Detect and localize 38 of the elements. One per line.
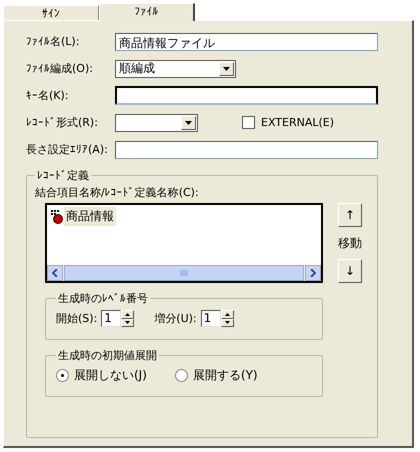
group-title: ﾚｺｰﾄﾞ定義 bbox=[36, 168, 90, 183]
horizontal-scrollbar[interactable] bbox=[47, 265, 321, 281]
text-field[interactable]: 商品情報ファイル bbox=[115, 32, 378, 50]
tree-item[interactable]: 商品情報 bbox=[64, 207, 116, 226]
move-down-button[interactable]: ↓ bbox=[338, 259, 362, 283]
grip-icon[interactable] bbox=[180, 270, 188, 276]
radio-button[interactable] bbox=[56, 369, 69, 382]
radio-button[interactable] bbox=[174, 369, 188, 382]
list-label: 結合項目名称/ﾚｺｰﾄﾞ定義名称(C): bbox=[35, 185, 200, 200]
field-label: 長さ設定ｴﾘｱ(A): bbox=[26, 142, 109, 157]
spinner-arrows-icon[interactable] bbox=[220, 310, 234, 327]
tab[interactable]: ﾌｧｲﾙ bbox=[99, 3, 195, 21]
dropdown[interactable]: 順編成 bbox=[115, 60, 236, 78]
tab[interactable]: ｻｲﾝ bbox=[3, 5, 99, 20]
field-label: ﾚｺｰﾄﾞ形式(R): bbox=[26, 115, 99, 130]
group-title: 生成時の初期値展開 bbox=[57, 348, 158, 363]
field-label: ﾌｧｲﾙ名(L): bbox=[26, 34, 80, 49]
text-field[interactable] bbox=[115, 86, 378, 105]
scroll-left-icon[interactable] bbox=[52, 269, 58, 277]
radio-label: 展開しない(J) bbox=[74, 367, 147, 384]
field-label: ﾌｧｲﾙ編成(O): bbox=[26, 61, 94, 76]
spinner-arrows-icon[interactable] bbox=[121, 310, 134, 327]
tree-list[interactable]: 商品情報 bbox=[45, 203, 323, 283]
dropdown[interactable] bbox=[115, 114, 198, 132]
spinner-label: 開始(S): bbox=[56, 311, 98, 326]
scroll-right-icon[interactable] bbox=[310, 269, 316, 277]
field-label: ｷｰ名(K): bbox=[26, 88, 70, 103]
text-field[interactable] bbox=[115, 140, 378, 158]
checkbox-label: EXTERNAL(E) bbox=[261, 116, 334, 129]
number-field[interactable]: 1 bbox=[200, 310, 221, 327]
number-field[interactable]: 1 bbox=[101, 310, 122, 327]
spinner-label: 増分(U): bbox=[154, 311, 197, 326]
record-node-icon bbox=[51, 210, 63, 224]
checkbox[interactable] bbox=[242, 116, 255, 129]
group-title: 生成時のﾚﾍﾞﾙ番号 bbox=[57, 291, 149, 306]
move-up-button[interactable]: ↑ bbox=[338, 203, 362, 227]
radio-label: 展開する(Y) bbox=[192, 367, 258, 384]
move-label: 移動 bbox=[338, 234, 362, 252]
